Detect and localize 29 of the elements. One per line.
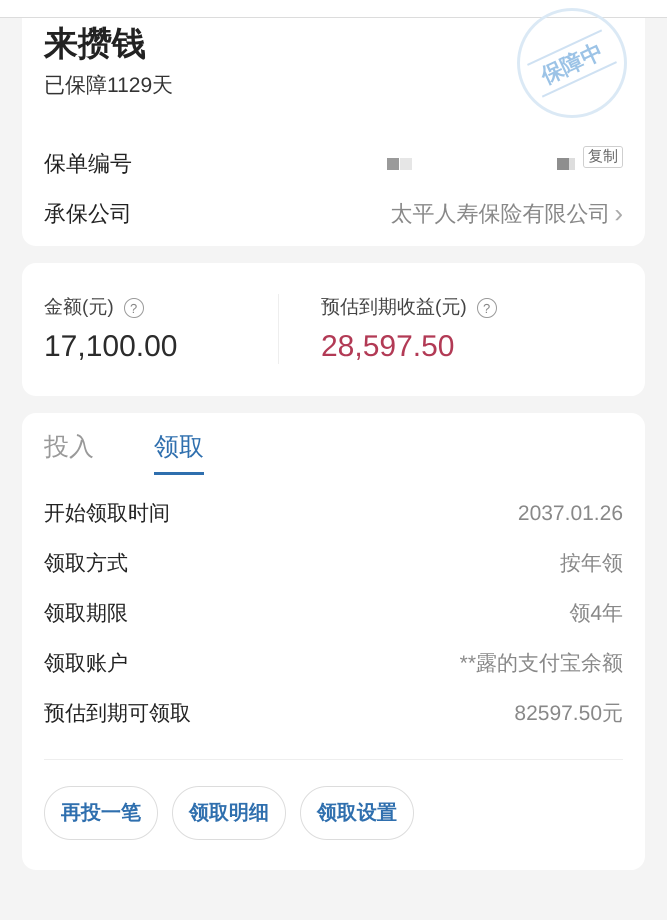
help-icon[interactable]: ? (476, 298, 497, 318)
action-button[interactable]: 领取设置 (300, 786, 414, 840)
amount-value: 28,597.50 (321, 330, 456, 364)
insurer-link[interactable]: 太平人寿保险有限公司› (390, 194, 623, 233)
copy-button[interactable]: 复制 (583, 146, 623, 168)
field-label: 承保公司 (44, 200, 132, 228)
detail-value: 82597.50元 (514, 701, 623, 728)
detail-value: 领4年 (569, 601, 623, 628)
amount-label: 预估到期收益(元) (321, 296, 467, 320)
help-icon[interactable]: ? (124, 298, 144, 318)
amount-label: 金额(元) (44, 296, 114, 320)
tab[interactable]: 投入 (44, 428, 94, 475)
detail-label: 开始领取时间 (44, 501, 170, 528)
field-label: 保单编号 (44, 150, 132, 178)
product-title: 来攒钱 (44, 24, 146, 65)
detail-label: 领取账户 (44, 651, 128, 678)
detail-value: **露的支付宝余额 (460, 651, 623, 678)
action-button[interactable]: 领取明细 (172, 786, 286, 840)
action-button[interactable]: 再投一笔 (44, 786, 158, 840)
stamp-text: 保障中 (527, 28, 617, 98)
detail-label: 领取方式 (44, 551, 128, 578)
detail-value: 2037.01.26 (518, 501, 623, 528)
amount-value: 17,100.00 (44, 330, 178, 364)
tab[interactable]: 领取 (154, 428, 204, 475)
detail-value: 按年领 (560, 551, 623, 578)
detail-label: 预估到期可领取 (44, 701, 191, 728)
detail-label: 领取期限 (44, 601, 128, 628)
coverage-days: 已保障1129天 (44, 70, 174, 102)
redacted-number-icon (387, 156, 577, 172)
